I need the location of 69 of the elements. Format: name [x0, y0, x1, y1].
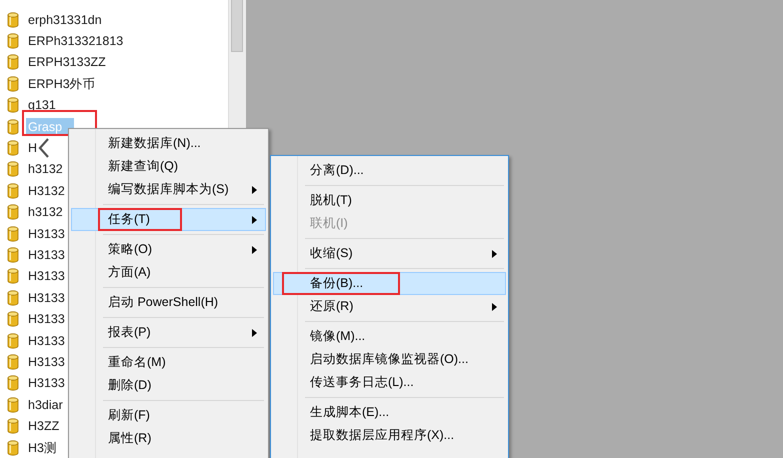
submenu-arrow-icon [252, 246, 257, 254]
menu-item[interactable]: 提取数据层应用程序(X)... [273, 424, 506, 447]
tree-item[interactable]: H3133 [26, 332, 67, 350]
tree-item[interactable]: H3133 [26, 224, 67, 243]
database-icon [7, 354, 19, 370]
menu-item[interactable]: 启动 PowerShell(H) [71, 291, 266, 314]
menu-item[interactable]: 备份(B)... [273, 272, 506, 295]
chevron-icon[interactable] [37, 138, 51, 158]
tree-item[interactable]: H3133 [26, 374, 67, 392]
tree-item[interactable]: H3133 [26, 310, 67, 328]
database-icon [7, 33, 19, 50]
tree-item[interactable]: ERPH3133ZZ [26, 53, 108, 72]
menu-item[interactable]: 重命名(M) [71, 351, 266, 374]
tree-item[interactable]: H3ZZ [26, 417, 62, 436]
database-icon [7, 246, 19, 263]
database-icon [7, 268, 19, 284]
menu-item[interactable]: 启动数据库镜像监视器(O)... [273, 348, 506, 371]
tree-item[interactable]: ERPH3外币 [26, 74, 98, 93]
menu-item[interactable]: 收缩(S) [273, 242, 506, 265]
database-icon [7, 118, 19, 135]
database-icon [7, 12, 19, 28]
menu-item[interactable]: 报表(P) [71, 321, 266, 344]
database-icon [7, 182, 19, 199]
menu-item[interactable]: 还原(R) [273, 295, 506, 318]
menu-item[interactable]: 属性(R) [71, 427, 266, 450]
menu-item[interactable]: 删除(D) [71, 374, 266, 397]
submenu-arrow-icon [492, 250, 497, 258]
database-icon [7, 97, 19, 114]
tree-item[interactable]: H [26, 139, 40, 158]
scrollbar-thumb[interactable] [231, 0, 243, 52]
database-icon [7, 226, 19, 242]
database-icon [7, 332, 19, 349]
tree-item[interactable]: H3133 [26, 246, 67, 264]
tree-item[interactable]: h3132 [26, 160, 65, 178]
tree-item[interactable]: erph31331dn [26, 10, 104, 29]
tree-item[interactable]: H3133 [26, 352, 67, 371]
submenu-arrow-icon [252, 186, 257, 194]
database-icon [7, 418, 19, 434]
menu-item[interactable]: 镜像(M)... [273, 325, 506, 348]
menu-item[interactable]: 生成脚本(E)... [273, 401, 506, 424]
submenu-arrow-icon [492, 303, 497, 311]
menu-item[interactable]: 任务(T) [71, 208, 266, 231]
submenu-arrow-icon [252, 216, 257, 224]
database-icon [7, 140, 19, 156]
menu-item[interactable]: 策略(O) [71, 238, 266, 261]
tree-item[interactable]: H3133 [26, 267, 67, 286]
tree-item[interactable]: h3diar [26, 396, 65, 414]
submenu-arrow-icon [252, 329, 257, 337]
menu-item[interactable]: 传送事务日志(L)... [273, 371, 506, 394]
menu-item[interactable]: 刷新(F) [71, 404, 266, 427]
database-icon [7, 375, 19, 392]
database-icon [7, 311, 19, 328]
database-icon [7, 161, 19, 178]
database-icon [7, 54, 19, 70]
database-icon [7, 204, 19, 220]
tree-item[interactable]: H3133 [26, 288, 67, 307]
menu-item[interactable]: 新建查询(Q) [71, 155, 266, 178]
menu-item[interactable]: 分离(D)... [273, 159, 506, 182]
menu-item[interactable]: 脱机(T) [273, 189, 506, 212]
tree-item[interactable]: ERPh313321813 [26, 32, 126, 50]
database-icon [7, 440, 19, 456]
tree-item[interactable]: H3132 [26, 182, 67, 200]
database-icon [7, 396, 19, 413]
menu-item[interactable]: 方面(A) [71, 261, 266, 284]
menu-item[interactable]: 编写数据库脚本为(S) [71, 178, 266, 201]
database-icon [7, 290, 19, 306]
database-icon [7, 76, 19, 92]
tree-item[interactable]: h3132 [26, 203, 65, 222]
tree-item[interactable]: H3测 [26, 438, 59, 456]
